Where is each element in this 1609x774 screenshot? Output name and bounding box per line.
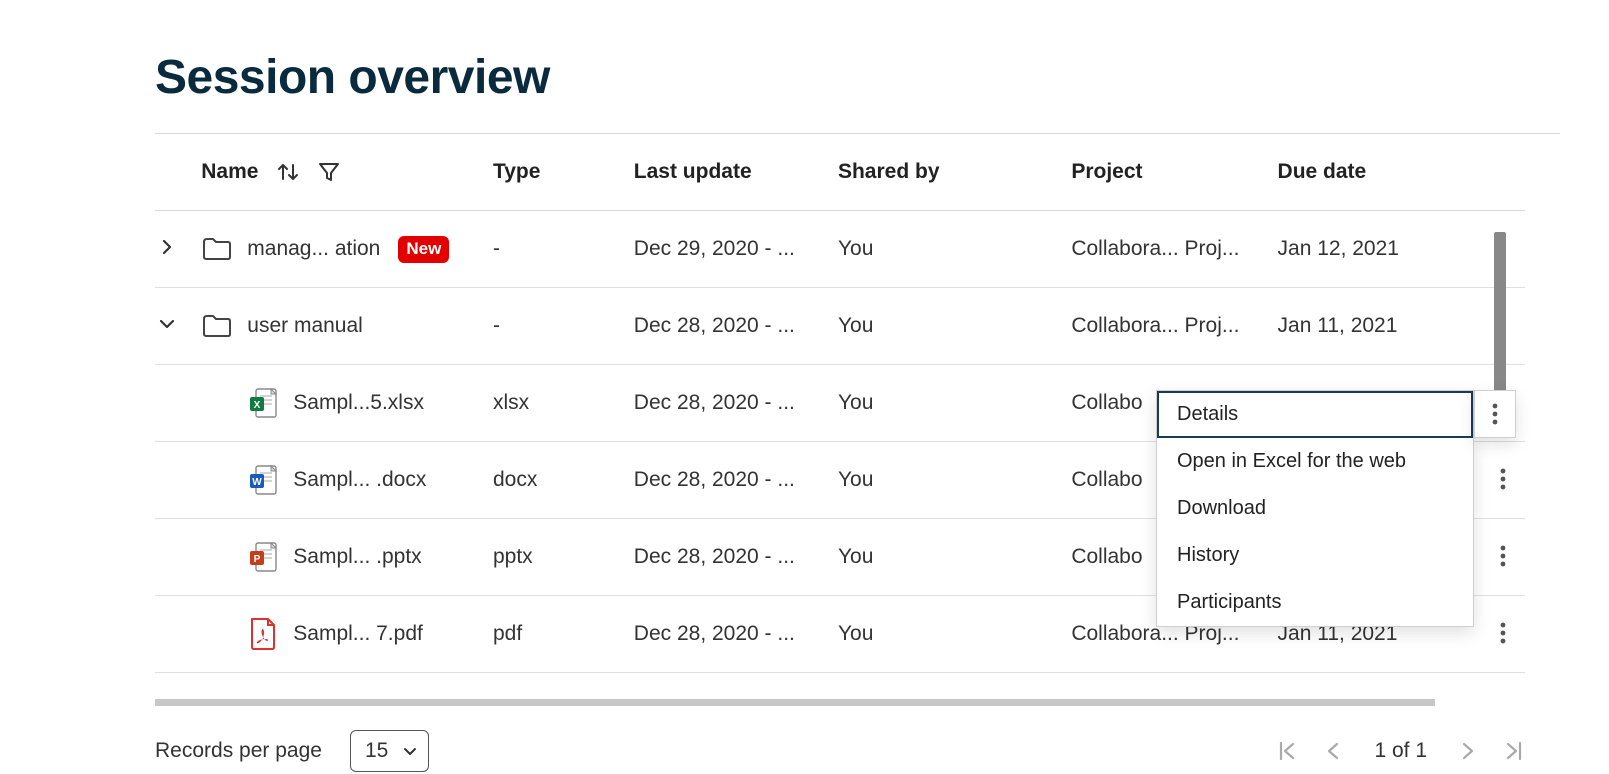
cell-last-update: Dec 28, 2020 - ... bbox=[634, 288, 838, 365]
svg-text:W: W bbox=[253, 477, 263, 488]
cell-type: docx bbox=[493, 442, 634, 519]
pdf-file-icon bbox=[247, 618, 279, 650]
context-menu-more-button[interactable] bbox=[1474, 390, 1516, 438]
cell-last-update: Dec 29, 2020 - ... bbox=[634, 211, 838, 288]
col-header-project[interactable]: Project bbox=[1071, 134, 1277, 211]
expand-expand-button[interactable] bbox=[155, 235, 179, 259]
page-size-select[interactable]: 15 bbox=[350, 730, 429, 772]
col-header-last-update[interactable]: Last update bbox=[634, 134, 838, 211]
pager-prev-button[interactable] bbox=[1324, 740, 1342, 762]
menu-item-history[interactable]: History bbox=[1157, 532, 1473, 579]
svg-text:X: X bbox=[254, 400, 261, 411]
expand-collapse-button[interactable] bbox=[155, 312, 179, 336]
cell-shared-by: You bbox=[838, 519, 1071, 596]
file-name: Sampl... .docx bbox=[293, 468, 426, 492]
cell-shared-by: You bbox=[838, 288, 1071, 365]
word-file-icon: W bbox=[247, 464, 279, 496]
pager-next-button[interactable] bbox=[1459, 740, 1477, 762]
file-name: Sampl...5.xlsx bbox=[293, 391, 424, 415]
menu-item-open-in-excel-for-the-web[interactable]: Open in Excel for the web bbox=[1157, 438, 1473, 485]
row-more-button[interactable] bbox=[1489, 465, 1517, 493]
cell-last-update: Dec 28, 2020 - ... bbox=[634, 596, 838, 673]
pager-page-label: 1 of 1 bbox=[1374, 739, 1427, 763]
menu-item-details[interactable]: Details bbox=[1157, 391, 1473, 438]
cell-type: pdf bbox=[493, 596, 634, 673]
col-header-name-label: Name bbox=[201, 160, 258, 183]
cell-due-date: Jan 11, 2021 bbox=[1278, 288, 1469, 365]
cell-type: pptx bbox=[493, 519, 634, 596]
filter-icon[interactable] bbox=[318, 161, 340, 183]
excel-file-icon: X bbox=[247, 387, 279, 419]
file-name: Sampl... .pptx bbox=[293, 545, 421, 569]
col-header-type[interactable]: Type bbox=[493, 134, 634, 211]
col-header-shared-by[interactable]: Shared by bbox=[838, 134, 1071, 211]
row-more-button[interactable] bbox=[1489, 619, 1517, 647]
menu-item-download[interactable]: Download bbox=[1157, 485, 1473, 532]
pager: Records per page 15 1 of 1 bbox=[155, 730, 1525, 772]
table-header-row: Name Type bbox=[155, 134, 1525, 211]
records-per-page-label: Records per page bbox=[155, 739, 322, 763]
page-size-value: 15 bbox=[365, 739, 388, 762]
file-name: Sampl... 7.pdf bbox=[293, 622, 423, 646]
new-badge: New bbox=[398, 236, 449, 263]
cell-shared-by: You bbox=[838, 365, 1071, 442]
file-name: manag... ation bbox=[247, 237, 380, 261]
cell-shared-by: You bbox=[838, 596, 1071, 673]
cell-type: - bbox=[493, 288, 634, 365]
svg-text:P: P bbox=[254, 554, 261, 565]
chevron-down-icon bbox=[402, 743, 418, 759]
cell-last-update: Dec 28, 2020 - ... bbox=[634, 519, 838, 596]
cell-project: Collabora... Proj... bbox=[1071, 211, 1277, 288]
table-row[interactable]: user manual -Dec 28, 2020 - ...YouCollab… bbox=[155, 288, 1525, 365]
cell-last-update: Dec 28, 2020 - ... bbox=[634, 365, 838, 442]
cell-shared-by: You bbox=[838, 442, 1071, 519]
powerpoint-file-icon: P bbox=[247, 541, 279, 573]
cell-type: - bbox=[493, 211, 634, 288]
pager-first-button[interactable] bbox=[1276, 740, 1298, 762]
horizontal-scrollbar[interactable] bbox=[155, 699, 1435, 706]
pager-last-button[interactable] bbox=[1503, 740, 1525, 762]
menu-item-participants[interactable]: Participants bbox=[1157, 579, 1473, 626]
page-title: Session overview bbox=[155, 50, 1560, 105]
cell-shared-by: You bbox=[838, 211, 1071, 288]
table-row[interactable]: manag... ation New -Dec 29, 2020 - ...Yo… bbox=[155, 211, 1525, 288]
row-more-button[interactable] bbox=[1489, 542, 1517, 570]
cell-type: xlsx bbox=[493, 365, 634, 442]
col-header-name[interactable]: Name bbox=[201, 134, 493, 211]
cell-last-update: Dec 28, 2020 - ... bbox=[634, 442, 838, 519]
cell-project: Collabora... Proj... bbox=[1071, 288, 1277, 365]
cell-due-date: Jan 12, 2021 bbox=[1278, 211, 1469, 288]
file-name: user manual bbox=[247, 314, 363, 338]
folder-icon bbox=[201, 310, 233, 342]
folder-icon bbox=[201, 233, 233, 265]
col-header-due-date[interactable]: Due date bbox=[1278, 134, 1469, 211]
context-menu: DetailsOpen in Excel for the webDownload… bbox=[1156, 390, 1474, 627]
sort-icon[interactable] bbox=[276, 161, 300, 183]
